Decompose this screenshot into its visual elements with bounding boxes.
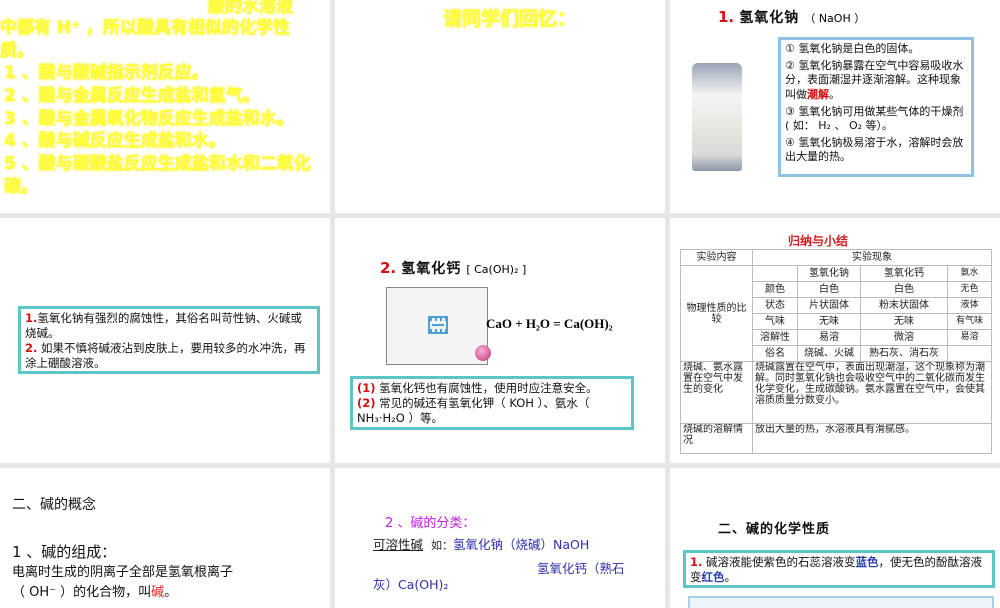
table-cell bbox=[752, 265, 798, 282]
naoh-properties-box: ① 氢氧化钠是白色的固体。 ② 氢氧化钠暴露在空气中容易吸收水分，表面潮湿并逐渐… bbox=[778, 37, 974, 177]
acid-property-list: 1 、酸与酸碱指示剂反应。 2 、酸与金属反应生成盐和氢气。 3 、酸与金属氧化… bbox=[4, 62, 311, 199]
naoh-bottle-image bbox=[692, 63, 742, 171]
next-box bbox=[688, 596, 994, 608]
slide-thumbnail-3[interactable]: 1. 氢氧化钠 （ NaOH ） ① 氢氧化钠是白色的固体。 ② 氢氧化钠暴露在… bbox=[670, 0, 1000, 213]
table-row: 实验内容 实验现象 bbox=[680, 249, 992, 266]
table-cell: 易溶 bbox=[797, 329, 861, 346]
table-cell: 烧碱、火碱 bbox=[797, 345, 861, 362]
slide-title: 请同学们回忆： bbox=[443, 8, 577, 30]
table-cell: 微溶 bbox=[860, 329, 948, 346]
table-cell: 片状固体 bbox=[797, 297, 861, 314]
table-cell: 无色 bbox=[947, 281, 992, 298]
slide-thumbnail-9[interactable]: 二、碱的化学性质 1. 碱溶液能使紫色的石蕊溶液变蓝色，使无色的酚酞溶液变红色。 bbox=[670, 468, 1000, 608]
table-cell: 液体 bbox=[947, 297, 992, 314]
table-cell: 溶解性 bbox=[752, 329, 798, 346]
indicator-box: 1. 碱溶液能使紫色的石蕊溶液变蓝色，使无色的酚酞溶液变红色。 bbox=[683, 550, 995, 588]
slide-title: 1. 氢氧化钠 （ NaOH ） bbox=[718, 7, 865, 27]
table-cell: 白色 bbox=[797, 281, 861, 298]
table-cell: 氢氧化钠 bbox=[797, 265, 861, 282]
title-text: 氢氧化钠 bbox=[739, 10, 800, 26]
list-item: 碳。 bbox=[4, 176, 38, 197]
list-item: 1 、酸与酸碱指示剂反应。 bbox=[4, 63, 209, 83]
text-line: 电离时生成的阴离子全部是氢氧根离子 bbox=[12, 565, 234, 580]
title-formula: （ NaOH ） bbox=[804, 12, 866, 25]
slide-title: 2. 氢氧化钙 [ Ca(OH)₂ ] bbox=[380, 258, 526, 278]
table-cell: 氨水 bbox=[947, 265, 992, 282]
table-cell: 烧碱露置在空气中，表面出现潮湿，这个现象称为潮解。同时氢氧化钠也会吸收空气中的二… bbox=[752, 361, 992, 424]
note-2: 2. 如果不慎将碱液沾到皮肤上，要用较多的水冲洗，再涂上硼酸溶液。 bbox=[25, 341, 306, 370]
table-cell: 气味 bbox=[752, 313, 798, 330]
row-label: 烧碱、氨水露置在空气中发生的变化 bbox=[680, 361, 753, 424]
slide-thumbnail-2[interactable]: 请同学们回忆： bbox=[335, 0, 665, 213]
text-line: 中都有 H⁺ ，所以酸具有相似的化学性 bbox=[0, 18, 291, 38]
note-1: 1.氢氧化钠有强烈的腐蚀性，其俗名叫苛性钠、火碱或烧碱。 bbox=[25, 311, 302, 340]
text-line: （ OH⁻ ）的化合物，叫碱。 bbox=[12, 585, 178, 600]
video-placeholder[interactable] bbox=[386, 287, 491, 365]
text-line: 灰）Ca(OH)₂ bbox=[373, 577, 449, 592]
slide-thumbnail-8[interactable]: 2 、碱的分类： 可溶性碱 如：氢氧化钠（烧碱）NaOH 氢氧化钙（熟石 灰）C… bbox=[335, 468, 665, 608]
table-row: 物理性质的比较 氢氧化钠 氢氧化钙 氨水 bbox=[680, 265, 992, 362]
naoh-corrosion-box: 1.氢氧化钠有强烈的腐蚀性，其俗名叫苛性钠、火碱或烧碱。 2. 如果不慎将碱液沾… bbox=[18, 306, 320, 374]
text-line: 质。 bbox=[0, 41, 34, 61]
table-cell: 粉末状固体 bbox=[860, 297, 948, 314]
slide-thumbnail-1[interactable]: 酸的水溶液 中都有 H⁺ ，所以酸具有相似的化学性 质。 1 、酸与酸碱指示剂反… bbox=[0, 0, 330, 213]
table-cell: 无味 bbox=[797, 313, 861, 330]
note-1: 1. 碱溶液能使紫色的石蕊溶液变蓝色，使无色的酚酞溶液变红色。 bbox=[690, 555, 983, 584]
header-cell: 实验内容 bbox=[680, 249, 753, 266]
list-item: 2 、酸与金属反应生成盐和氢气。 bbox=[4, 85, 260, 106]
table-cell: 熟石灰、消石灰 bbox=[860, 345, 948, 362]
list-item: 4 、酸与碱反应生成盐和水。 bbox=[4, 131, 226, 152]
slide-thumbnail-6[interactable]: 归纳与小结 实验内容 实验现象 物理性质的比较 氢氧化钠 氢氧化钙 氨水 颜色 白色 白色无… bbox=[670, 218, 1000, 463]
property-3: ③ 氢氧化钠可用做某些气体的干燥剂 ( 如： H₂ 、 O₂ 等）。 bbox=[785, 104, 964, 133]
subtitle: 1 、碱的组成： bbox=[12, 543, 117, 561]
title-number: 2. bbox=[380, 259, 397, 277]
title-text: 氢氧化钙 bbox=[401, 261, 462, 277]
text-line: 氢氧化钙（熟石 bbox=[537, 561, 625, 576]
table-row: 烧碱、氨水露置在空气中发生的变化 烧碱露置在空气中，表面出现潮湿，这个现象称为潮解… bbox=[680, 361, 992, 424]
reaction-equation: CaO + H₂O = Ca(OH)₂ bbox=[486, 316, 613, 331]
classification-line: 可溶性碱 如：氢氧化钠（烧碱）NaOH bbox=[373, 537, 590, 552]
table-cell: 有气味 bbox=[947, 313, 992, 330]
slide-thumbnail-4[interactable]: 1.氢氧化钠有强烈的腐蚀性，其俗名叫苛性钠、火碱或烧碱。 2. 如果不慎将碱液沾… bbox=[0, 218, 330, 463]
property-4: ④ 氢氧化钠极易溶于水，溶解时会放出大量的热。 bbox=[785, 136, 964, 164]
table-cell: 易溶 bbox=[947, 329, 992, 346]
title-number: 1. bbox=[718, 8, 735, 26]
slide-title: 归纳与小结 bbox=[788, 234, 849, 248]
slide-thumbnail-7[interactable]: 二、碱的概念 1 、碱的组成： 电离时生成的阴离子全部是氢氧根离子 （ OH⁻ … bbox=[0, 468, 330, 608]
table-cell: 状态 bbox=[752, 297, 798, 314]
sound-icon bbox=[475, 345, 491, 361]
list-item: 5 、酸与碳酸盐反应生成盐和水和二氧化 bbox=[4, 154, 311, 175]
table-cell: 放出大量的热，水溶液具有滑腻感。 bbox=[752, 423, 992, 454]
slide-title: 2 、碱的分类： bbox=[385, 516, 476, 531]
film-icon bbox=[428, 316, 448, 334]
note-1: (1) 氢氧化钙也有腐蚀性，使用时应注意安全。 bbox=[357, 381, 598, 395]
table-cell: 俗名 bbox=[752, 345, 798, 362]
table-cell: 氢氧化钙 bbox=[860, 265, 948, 282]
slide-title: 二、碱的化学性质 bbox=[718, 522, 831, 537]
slide-title: 二、碱的概念 bbox=[12, 497, 96, 513]
property-2: ② 氢氧化钠暴露在空气中容易吸收水分，表面潮湿并逐渐溶解。这种现象叫做潮解。 bbox=[785, 59, 964, 101]
row-label: 物理性质的比较 bbox=[680, 265, 753, 362]
summary-table: 实验内容 实验现象 物理性质的比较 氢氧化钠 氢氧化钙 氨水 颜色 白色 白色 无色 状态 片状… bbox=[680, 249, 992, 454]
caoh2-notes-box: (1) 氢氧化钙也有腐蚀性，使用时应注意安全。 (2) 常见的碱还有氢氧化钾（ … bbox=[350, 376, 634, 430]
table-cell: 颜色 bbox=[752, 281, 798, 298]
list-item: 3 、酸与金属氧化物反应生成盐和水。 bbox=[4, 108, 294, 129]
header-cell: 实验现象 bbox=[752, 249, 992, 266]
row-label: 烧碱的溶解情况 bbox=[680, 423, 753, 454]
slide-thumbnail-5[interactable]: 2. 氢氧化钙 [ Ca(OH)₂ ] CaO + H₂O = Ca(OH)₂ … bbox=[335, 218, 665, 463]
property-1: ① 氢氧化钠是白色的固体。 bbox=[785, 42, 920, 55]
title-formula: [ Ca(OH)₂ ] bbox=[466, 263, 527, 276]
table-cell bbox=[947, 345, 992, 362]
note-2: (2) 常见的碱还有氢氧化钾（ KOH ）、氨水（ NH₃·H₂O ）等。 bbox=[357, 396, 590, 425]
table-cell: 无味 bbox=[860, 313, 948, 330]
table-row: 烧碱的溶解情况 放出大量的热，水溶液具有滑腻感。 bbox=[680, 423, 992, 454]
table-cell: 白色 bbox=[860, 281, 948, 298]
